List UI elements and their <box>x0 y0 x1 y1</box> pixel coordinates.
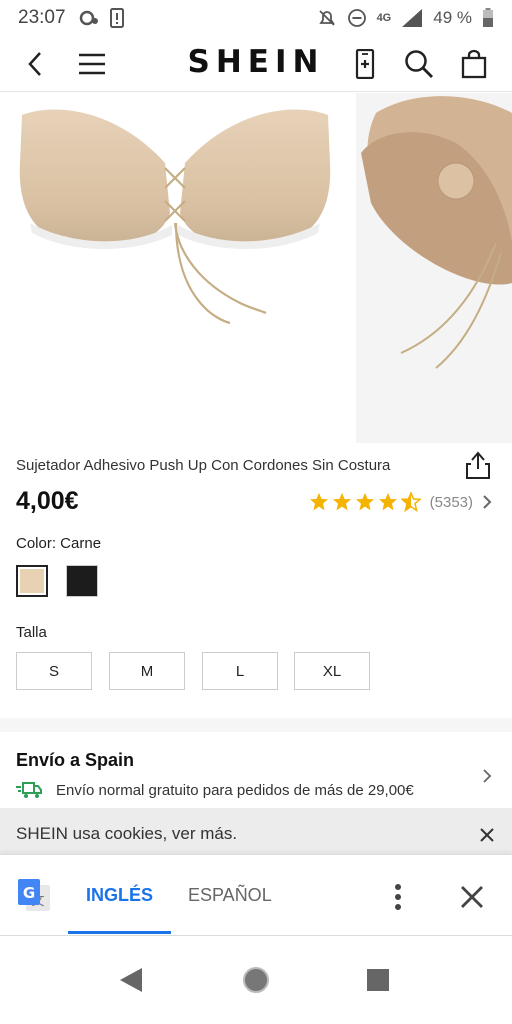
status-time: 23:07 <box>18 7 66 28</box>
star-full-icon <box>355 493 374 511</box>
color-swatch-black[interactable] <box>66 565 98 597</box>
star-full-icon <box>332 493 351 511</box>
review-count: (5353) <box>429 493 473 511</box>
network-type: 4G <box>376 12 392 24</box>
cookie-close-button[interactable] <box>476 824 498 846</box>
product-price: 4,00€ <box>16 487 79 515</box>
battery-percent: 49 % <box>433 8 472 27</box>
hamburger-menu-icon <box>79 53 105 75</box>
top-navigation: SHEIN <box>0 36 512 92</box>
google-translate-icon: 文 G <box>18 879 50 911</box>
system-back-button[interactable] <box>116 964 148 996</box>
notifications-off-icon <box>318 10 335 26</box>
product-image-side[interactable] <box>356 93 512 443</box>
square-recents-icon <box>367 969 389 991</box>
size-option-l[interactable]: L <box>202 652 278 690</box>
cookie-banner: SHEIN usa cookies, ver más. <box>0 808 512 854</box>
close-icon <box>480 828 494 842</box>
back-arrow-icon <box>28 52 41 76</box>
translate-close-button[interactable] <box>456 881 488 913</box>
cookie-text[interactable]: SHEIN usa cookies, ver más. <box>16 824 237 844</box>
selected-tab-indicator <box>68 931 171 934</box>
signal-icon <box>402 9 423 27</box>
triangle-back-icon <box>120 968 142 992</box>
rating-summary[interactable]: (5353) <box>309 492 492 512</box>
translate-options-button[interactable] <box>386 879 410 915</box>
size-option-m[interactable]: M <box>109 652 185 690</box>
product-title: Sujetador Adhesivo Push Up Con Cordones … <box>16 457 391 474</box>
size-option-xl[interactable]: XL <box>294 652 370 690</box>
language-tab-spanish[interactable]: ESPAÑOL <box>188 885 272 906</box>
search-button[interactable] <box>401 46 437 82</box>
shipping-info-row[interactable]: Envío normal gratuito para pedidos de má… <box>16 769 496 804</box>
sim-card-icon <box>109 8 124 28</box>
bra-front-illustration <box>19 109 331 325</box>
system-navigation-bar <box>0 936 512 1024</box>
product-image-front[interactable] <box>0 93 350 443</box>
chevron-right-icon <box>483 769 492 783</box>
star-half-icon <box>400 492 421 512</box>
color-label: Color: Carne <box>16 535 102 552</box>
phone-add-icon <box>355 49 375 79</box>
battery-icon <box>483 8 493 27</box>
star-full-icon <box>378 493 397 511</box>
status-bar: 23:07 4G 49 % <box>0 0 512 36</box>
close-icon <box>461 886 483 908</box>
translate-bar: 文 G INGLÉS ESPAÑOL <box>0 854 512 936</box>
color-swatch-carne[interactable] <box>16 565 48 597</box>
shipping-title: Envío a Spain <box>16 750 135 770</box>
menu-button[interactable] <box>74 46 110 82</box>
share-icon <box>466 451 490 479</box>
home-circle-icon <box>243 967 269 993</box>
do-not-disturb-icon <box>347 9 366 27</box>
share-button[interactable] <box>462 449 494 481</box>
bra-side-illustration <box>361 96 512 369</box>
back-button[interactable] <box>18 46 54 82</box>
section-divider <box>0 718 512 732</box>
star-full-icon <box>309 493 328 511</box>
cart-button[interactable] <box>456 46 492 82</box>
language-tab-english[interactable]: INGLÉS <box>86 885 153 906</box>
shopping-bag-icon <box>461 49 487 79</box>
delivery-truck-icon <box>16 782 42 798</box>
search-icon <box>405 50 433 78</box>
system-home-button[interactable] <box>240 964 272 996</box>
shipping-text: Envío normal gratuito para pedidos de má… <box>56 781 414 799</box>
svg-text:G: G <box>23 884 35 902</box>
system-recents-button[interactable] <box>362 964 394 996</box>
size-option-s[interactable]: S <box>16 652 92 690</box>
size-label: Talla <box>16 624 47 641</box>
more-vert-icon <box>395 884 401 910</box>
phone-add-button[interactable] <box>347 46 383 82</box>
product-gallery[interactable] <box>0 93 512 443</box>
chevron-right-icon <box>483 495 492 509</box>
cast-icon <box>79 10 98 26</box>
